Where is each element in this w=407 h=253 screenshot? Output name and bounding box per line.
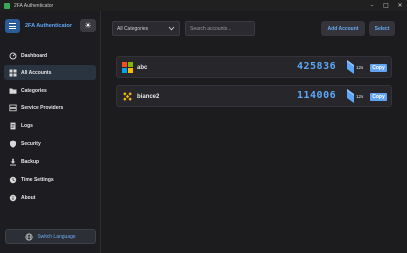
close-button[interactable]: ✕ — [393, 0, 407, 11]
sidebar-item-about[interactable]: About — [4, 190, 96, 205]
sidebar-item-logs[interactable]: Logs — [4, 118, 96, 133]
copy-label: Copy — [372, 94, 385, 100]
folder-icon — [9, 87, 17, 95]
sidebar-item-all-accounts[interactable]: All Accounts — [4, 65, 96, 80]
switch-language-button[interactable]: Switch Language — [5, 229, 96, 244]
copy-button[interactable]: Copy — [370, 93, 387, 101]
sidebar-item-service-providers[interactable]: Service Providers — [4, 100, 96, 115]
timer-icon — [347, 60, 354, 74]
timer-remaining: 12s — [356, 65, 364, 70]
copy-button[interactable]: Copy — [370, 64, 387, 72]
sidebar-item-backup[interactable]: Backup — [4, 154, 96, 169]
theme-toggle-button[interactable]: ☀ — [80, 19, 96, 32]
add-account-label: Add Account — [327, 25, 359, 32]
search-input[interactable] — [185, 21, 255, 36]
category-select[interactable]: All Categories — [112, 21, 180, 36]
select-label: Select — [374, 25, 390, 32]
account-name: abc — [137, 65, 148, 71]
sidebar-item-security[interactable]: Security — [4, 136, 96, 151]
globe-icon — [25, 228, 33, 246]
document-icon — [9, 122, 17, 130]
sidebar-item-time-settings[interactable]: Time Settings — [4, 172, 96, 187]
account-name: biance2 — [137, 94, 160, 100]
grid-icon — [9, 69, 17, 77]
sidebar: 2FA Authenticator ☀ Dashboard All Accoun… — [0, 11, 101, 253]
sidebar-item-label: Time Settings — [21, 176, 54, 183]
binance-icon — [123, 92, 132, 101]
account-card[interactable]: abc 425836 12s Copy — [116, 56, 392, 78]
info-icon — [9, 194, 17, 202]
timer-remaining: 12s — [356, 94, 364, 99]
sidebar-item-categories[interactable]: Categories — [4, 83, 96, 98]
switch-language-label: Switch Language — [37, 233, 76, 240]
app-title: 2FA Authenticator — [25, 23, 72, 29]
window-title: 2FA Authenticator — [14, 2, 54, 9]
clock-icon — [9, 176, 17, 184]
hamburger-icon-line — [9, 25, 16, 27]
hamburger-icon-line — [9, 23, 16, 24]
hamburger-menu-button[interactable] — [5, 19, 20, 33]
download-icon — [9, 158, 17, 166]
sidebar-item-label: Logs — [21, 122, 33, 129]
microsoft-icon — [122, 62, 133, 73]
otp-code: 114006 — [297, 90, 337, 101]
sun-icon: ☀ — [84, 20, 92, 30]
select-button[interactable]: Select — [369, 21, 395, 36]
sidebar-item-label: Categories — [21, 87, 47, 94]
minimize-button[interactable]: – — [365, 0, 379, 11]
sidebar-item-label: Dashboard — [21, 52, 48, 59]
sidebar-item-label: Backup — [21, 158, 40, 165]
shield-icon — [9, 140, 17, 148]
account-card[interactable]: biance2 114006 12s Copy — [116, 85, 392, 107]
app-logo-icon — [4, 2, 10, 9]
server-icon — [9, 104, 17, 112]
sidebar-item-dashboard[interactable]: Dashboard — [4, 48, 96, 63]
timer-icon — [347, 89, 354, 103]
copy-label: Copy — [372, 65, 385, 71]
maximize-button[interactable]: □ — [379, 0, 393, 11]
otp-code: 425836 — [297, 61, 337, 72]
hamburger-icon-line — [9, 28, 16, 29]
category-select-value: All Categories — [117, 25, 149, 32]
sidebar-item-label: Security — [21, 140, 41, 147]
window-controls: – □ ✕ — [365, 0, 407, 11]
sidebar-item-label: Service Providers — [21, 104, 64, 111]
add-account-button[interactable]: Add Account — [321, 21, 365, 36]
chevron-down-icon — [168, 26, 175, 31]
sidebar-item-label: All Accounts — [21, 69, 52, 76]
main-content: All Categories Add Account Select abc 42… — [102, 11, 407, 253]
dashboard-icon — [9, 52, 17, 60]
sidebar-item-label: About — [21, 194, 36, 201]
window-titlebar: 2FA Authenticator – □ ✕ — [0, 0, 407, 11]
